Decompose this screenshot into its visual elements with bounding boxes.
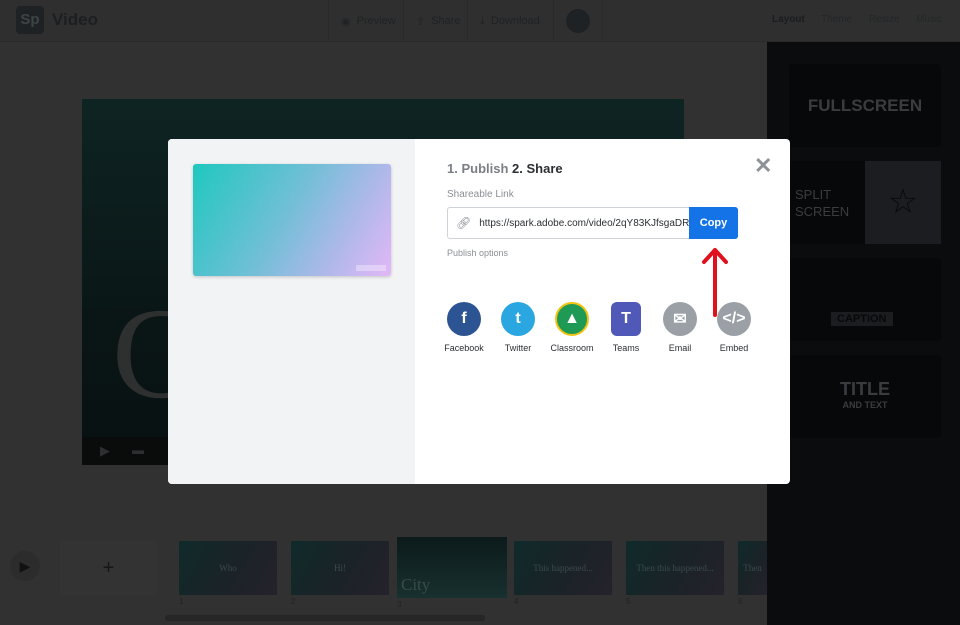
slide-number: 3: [397, 600, 402, 609]
video-thumbnail: [193, 164, 391, 276]
publish-options-link[interactable]: Publish options: [447, 248, 508, 258]
filmstrip-slide[interactable]: This happened...: [514, 541, 612, 595]
link-label: Shareable Link: [447, 189, 514, 200]
facebook-icon: f: [447, 302, 481, 336]
step-publish[interactable]: 1. Publish: [447, 161, 508, 176]
split-label-1: SPLIT: [795, 187, 832, 202]
layout-title[interactable]: TITLE AND TEXT: [789, 355, 941, 438]
preview-label: Preview: [356, 15, 396, 27]
avatar-icon: [566, 9, 590, 33]
top-bar: Sp Video ◉ Preview ⇪ Share ⤓ Download Layou…: [0, 0, 960, 42]
copy-button[interactable]: Copy: [689, 207, 738, 239]
share-label: Classroom: [550, 343, 594, 353]
share-label: Embed: [719, 343, 749, 353]
split-label-2: SCREEN: [795, 204, 850, 219]
share-email-button[interactable]: ✉ Email: [653, 302, 707, 353]
watermark: [356, 265, 386, 271]
preview-pane: [168, 139, 415, 484]
slide-number: 4: [514, 597, 519, 606]
caption-label: CAPTION: [831, 312, 893, 326]
share-label: Email: [668, 343, 692, 353]
steps-heading: 1. Publish 2. Share: [447, 161, 563, 176]
annotation-arrow: [702, 248, 728, 317]
filmstrip-slide[interactable]: Then: [738, 541, 767, 595]
play-icon[interactable]: ▶: [100, 443, 110, 459]
download-icon: ⤓: [480, 14, 485, 27]
tab-resize[interactable]: Resize: [869, 14, 900, 25]
slide-number: 2: [291, 597, 296, 606]
title-label: TITLE: [840, 379, 890, 399]
layout-split-screen[interactable]: SPLIT SCREEN ☆: [789, 161, 941, 244]
email-icon: ✉: [663, 302, 697, 336]
filmstrip-slide[interactable]: Hi!: [291, 541, 389, 595]
layout-fullscreen[interactable]: FULLSCREEN: [789, 64, 941, 147]
slide-number: 6: [738, 597, 743, 606]
share-label: Twitter: [504, 343, 532, 353]
classroom-icon: ▲: [555, 302, 589, 336]
share-icon: ⇪: [416, 15, 426, 28]
close-icon[interactable]: ✕: [754, 153, 772, 179]
share-label: Share: [431, 15, 461, 27]
add-slide-button[interactable]: +: [60, 541, 157, 595]
share-twitter-button[interactable]: t Twitter: [491, 302, 545, 353]
step-share: 2. Share: [512, 161, 563, 176]
share-button[interactable]: ⇪ Share: [403, 0, 473, 42]
layout-panel: FULLSCREEN SPLIT SCREEN ☆ CAPTION TITLE AN…: [767, 42, 960, 625]
link-url: https://spark.adobe.com/video/2qY83KJfsg…: [479, 217, 690, 229]
slide-number: 1: [179, 597, 184, 606]
twitter-icon: t: [501, 302, 535, 336]
share-label: Facebook: [444, 343, 484, 353]
filmstrip-slide[interactable]: City: [397, 537, 507, 598]
layout-caption[interactable]: CAPTION: [789, 258, 941, 341]
account-button[interactable]: [553, 0, 603, 42]
share-dialog: 1. Publish 2. Share ✕ Shareable Link 🔗︎ …: [168, 139, 790, 484]
filmstrip-scrollbar[interactable]: [165, 615, 485, 621]
spark-logo: Sp: [16, 6, 44, 34]
app-title: Video: [52, 10, 98, 29]
tab-layout[interactable]: Layout: [772, 14, 805, 25]
link-icon: 🔗︎: [456, 216, 472, 230]
download-label: Download: [490, 15, 540, 27]
share-label: Teams: [612, 343, 640, 353]
slide-number: 5: [626, 597, 631, 606]
share-classroom-button[interactable]: ▲ Classroom: [545, 302, 599, 353]
tab-music[interactable]: Music: [916, 14, 942, 25]
filmstrip-slide[interactable]: Who: [179, 541, 277, 595]
play-all-button[interactable]: ▶: [10, 551, 40, 581]
eye-icon: ◉: [341, 15, 351, 28]
share-teams-button[interactable]: T Teams: [599, 302, 653, 353]
teams-icon: T: [611, 302, 641, 336]
preview-button[interactable]: ◉ Preview: [328, 0, 408, 42]
star-icon: ☆: [865, 161, 941, 244]
title-sub-label: AND TEXT: [842, 400, 888, 410]
comment-icon[interactable]: ▬: [132, 443, 144, 457]
filmstrip-slide[interactable]: Then this happened...: [626, 541, 724, 595]
download-button[interactable]: ⤓ Download: [467, 0, 552, 42]
tab-theme[interactable]: Theme: [821, 14, 852, 25]
share-facebook-button[interactable]: f Facebook: [437, 302, 491, 353]
